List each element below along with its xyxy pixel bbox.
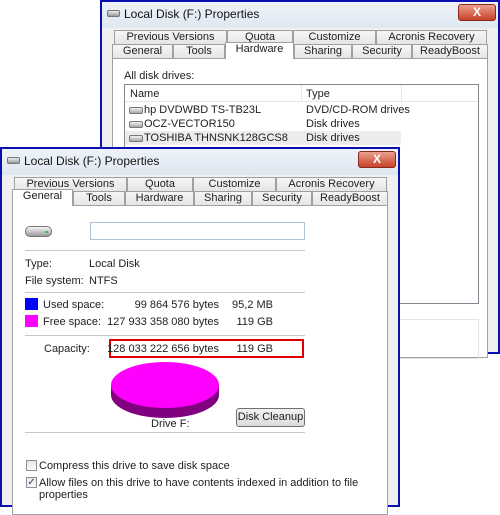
- front-properties-window: Local Disk (F:) Properties X Previous Ve…: [0, 147, 400, 507]
- column-header-name[interactable]: Name: [130, 88, 159, 100]
- general-panel: Type: Local Disk File system: NTFS Used …: [12, 205, 388, 515]
- capacity-bytes: 128 033 222 656 bytes: [103, 343, 219, 355]
- divider: [25, 250, 305, 251]
- close-button[interactable]: X: [358, 151, 396, 168]
- disk-usage-pie-chart: [107, 360, 223, 422]
- capacity-label: Capacity:: [44, 343, 90, 355]
- tab-customize[interactable]: Customize: [293, 30, 376, 45]
- fs-label: File system:: [25, 275, 84, 287]
- drives-label: All disk drives:: [124, 70, 194, 82]
- hard-drive-icon: [129, 135, 143, 142]
- drive-icon: [7, 157, 20, 164]
- free-space-bytes: 127 933 358 080 bytes: [103, 316, 219, 328]
- tab-tools[interactable]: Tools: [73, 191, 125, 206]
- hard-drive-icon: [129, 121, 143, 128]
- free-space-swatch: [25, 315, 38, 327]
- drive-name: OCZ-VECTOR150: [144, 118, 235, 130]
- drive-type: Disk drives: [306, 118, 360, 130]
- compress-checkbox[interactable]: [26, 460, 37, 471]
- column-divider[interactable]: [401, 85, 402, 102]
- type-label: Type:: [25, 258, 52, 270]
- used-space-bytes: 99 864 576 bytes: [103, 299, 219, 311]
- divider: [25, 432, 305, 433]
- tab-security[interactable]: Security: [352, 44, 412, 59]
- fs-value: NTFS: [89, 275, 118, 287]
- window-title: Local Disk (F:) Properties: [24, 154, 159, 168]
- tab-security[interactable]: Security: [252, 191, 312, 206]
- list-item[interactable]: TOSHIBA THNSNK128GCS8 Disk drives: [125, 131, 401, 145]
- free-space-size: 119 GB: [223, 316, 273, 328]
- tab-previous-versions[interactable]: Previous Versions: [114, 30, 227, 45]
- pie-slice-free-space: [111, 362, 219, 408]
- drive-label: Drive F:: [151, 418, 190, 430]
- tab-sharing[interactable]: Sharing: [194, 191, 252, 206]
- tab-hardware[interactable]: Hardware: [125, 191, 194, 206]
- divider: [25, 292, 305, 293]
- drive-name: hp DVDWBD TS-TB23L: [144, 104, 261, 116]
- tab-acronis-recovery[interactable]: Acronis Recovery: [376, 30, 487, 45]
- used-space-size: 95,2 MB: [223, 299, 273, 311]
- close-button[interactable]: X: [458, 4, 496, 21]
- window-title: Local Disk (F:) Properties: [124, 7, 259, 21]
- tab-hardware[interactable]: Hardware: [225, 42, 294, 59]
- column-header-type[interactable]: Type: [306, 88, 330, 100]
- tab-quota[interactable]: Quota: [127, 177, 193, 192]
- index-label-line1[interactable]: Allow files on this drive to have conten…: [39, 477, 358, 489]
- used-space-label: Used space:: [43, 299, 104, 311]
- tab-tools[interactable]: Tools: [173, 44, 225, 59]
- tab-sharing[interactable]: Sharing: [294, 44, 352, 59]
- list-item[interactable]: hp DVDWBD TS-TB23L DVD/CD-ROM drives: [125, 103, 401, 117]
- drive-type: DVD/CD-ROM drives: [306, 104, 410, 116]
- used-space-swatch: [25, 298, 38, 310]
- tab-general[interactable]: General: [12, 189, 73, 206]
- drive-name: TOSHIBA THNSNK128GCS8: [144, 132, 288, 144]
- type-value: Local Disk: [89, 258, 140, 270]
- compress-label[interactable]: Compress this drive to save disk space: [39, 460, 230, 472]
- tab-general[interactable]: General: [112, 44, 173, 59]
- index-checkbox[interactable]: ✓: [26, 477, 37, 488]
- free-space-label: Free space:: [43, 316, 101, 328]
- hard-drive-icon: [25, 226, 52, 237]
- drive-name-input[interactable]: [90, 222, 305, 240]
- list-header: Name Type: [125, 85, 478, 102]
- tab-customize[interactable]: Customize: [193, 177, 276, 192]
- column-divider[interactable]: [301, 85, 302, 102]
- list-item[interactable]: OCZ-VECTOR150 Disk drives: [125, 117, 401, 131]
- title-bar: Local Disk (F:) Properties X: [2, 149, 398, 175]
- tab-readyboost[interactable]: ReadyBoost: [412, 44, 488, 59]
- tab-readyboost[interactable]: ReadyBoost: [312, 191, 388, 206]
- index-label-line2[interactable]: properties: [39, 489, 88, 501]
- capacity-size: 119 GB: [223, 343, 273, 355]
- title-bar: Local Disk (F:) Properties X: [102, 2, 498, 28]
- tab-acronis-recovery[interactable]: Acronis Recovery: [276, 177, 387, 192]
- disk-cleanup-button[interactable]: Disk Cleanup: [236, 408, 305, 427]
- drive-icon: [107, 10, 120, 17]
- divider: [25, 335, 305, 336]
- dvd-drive-icon: [129, 107, 143, 114]
- drive-type: Disk drives: [306, 132, 360, 144]
